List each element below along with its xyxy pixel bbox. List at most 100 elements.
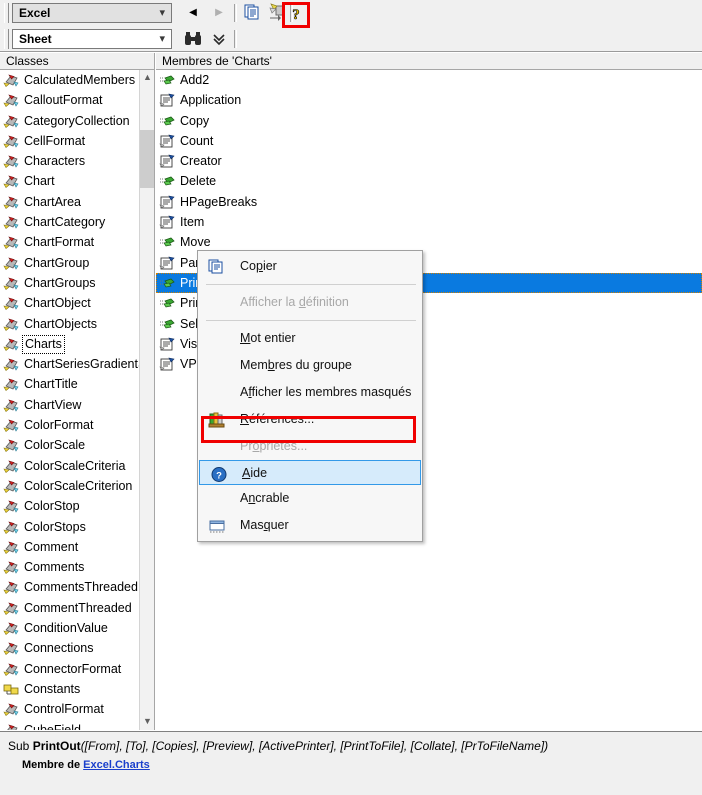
class-icon <box>3 236 19 250</box>
property-icon <box>159 357 175 371</box>
class-list-item[interactable]: Constants <box>0 679 154 699</box>
member-list-item[interactable]: Application <box>156 90 702 110</box>
member-list-item[interactable]: Copy <box>156 111 702 131</box>
class-list-item[interactable]: Characters <box>0 151 154 171</box>
class-list-item[interactable]: ColorScaleCriterion <box>0 476 154 496</box>
context-menu-separator <box>206 284 416 285</box>
help-button[interactable]: ? <box>287 5 305 24</box>
class-list-item[interactable]: ConditionValue <box>0 618 154 638</box>
class-list-item[interactable]: Comments <box>0 557 154 577</box>
context-menu-item[interactable]: Membres du groupe <box>198 352 422 379</box>
project-library-combo[interactable]: Excel ▾ <box>12 3 172 23</box>
class-icon <box>3 358 19 372</box>
context-menu-item[interactable]: Copier <box>198 253 422 280</box>
scroll-down-arrow-icon[interactable]: ▼ <box>140 714 154 730</box>
class-list-item-label: Charts <box>22 334 65 354</box>
member-list-item[interactable]: Creator <box>156 151 702 171</box>
class-list-item[interactable]: ChartGroup <box>0 253 154 273</box>
class-list-item[interactable]: ChartObjects <box>0 314 154 334</box>
class-list-item[interactable]: ColorStops <box>0 517 154 537</box>
signature-name: PrintOut <box>32 739 81 753</box>
svg-text:?: ? <box>216 471 222 482</box>
class-list-item[interactable]: CalculatedMembers <box>0 70 154 90</box>
class-list-item-label: ColorScaleCriterion <box>24 478 133 493</box>
class-icon <box>3 94 19 108</box>
class-list-item[interactable]: CalloutFormat <box>0 90 154 110</box>
left-triangle-icon: ◀ <box>189 7 197 18</box>
member-list-item[interactable]: Count <box>156 131 702 151</box>
class-list-item[interactable]: ChartArea <box>0 192 154 212</box>
class-list-item[interactable]: CommentsThreaded <box>0 577 154 597</box>
member-list-item[interactable]: HPageBreaks <box>156 192 702 212</box>
toolbar-separator-3 <box>234 30 237 48</box>
class-list-item[interactable]: CommentThreaded <box>0 598 154 618</box>
class-list-item[interactable]: ColorScaleCriteria <box>0 456 154 476</box>
class-list-item[interactable]: ChartCategory <box>0 212 154 232</box>
context-menu-item[interactable]: Mot entier <box>198 325 422 352</box>
class-list-item-label: ChartFormat <box>24 235 95 250</box>
double-chevron-down-icon <box>213 34 225 46</box>
class-list-item[interactable]: Chart <box>0 171 154 191</box>
toolbar-gripper-1[interactable] <box>4 3 9 23</box>
class-list-item[interactable]: Comment <box>0 537 154 557</box>
class-list-item[interactable]: ChartObject <box>0 293 154 313</box>
class-icon <box>3 703 19 717</box>
class-list-item[interactable]: CubeField <box>0 720 154 730</box>
class-list-item[interactable]: ColorScale <box>0 435 154 455</box>
search-text-combo[interactable]: Sheet ▾ <box>12 29 172 49</box>
scroll-up-arrow-icon[interactable]: ▲ <box>140 70 154 86</box>
class-list-item[interactable]: ColorFormat <box>0 415 154 435</box>
class-icon <box>3 155 19 169</box>
context-menu-item[interactable]: Afficher les membres masqués <box>198 379 422 406</box>
class-list-item-label: CalloutFormat <box>24 93 103 108</box>
view-definition-button[interactable] <box>266 2 288 24</box>
class-list-item[interactable]: Connections <box>0 638 154 658</box>
class-icon <box>3 378 19 392</box>
context-menu-item[interactable]: Masquer <box>198 512 422 539</box>
class-list-item[interactable]: ControlFormat <box>0 699 154 719</box>
class-list-item-label: ChartObject <box>24 296 91 311</box>
class-list-item[interactable]: CategoryCollection <box>0 111 154 131</box>
context-menu-item-label: Mot entier <box>240 331 296 345</box>
search-button[interactable] <box>182 28 204 50</box>
context-menu-item-label: Ancrable <box>240 491 290 505</box>
class-list-item[interactable]: Charts <box>0 334 154 354</box>
property-icon <box>159 256 175 270</box>
member-list-item-label: HPageBreaks <box>180 194 258 209</box>
class-icon <box>3 135 19 148</box>
class-icon <box>3 399 19 412</box>
help-question-icon: ? <box>292 7 300 24</box>
member-list-item[interactable]: Add2 <box>156 70 702 90</box>
class-list-item[interactable]: ChartFormat <box>0 232 154 252</box>
class-list-item[interactable]: ColorStop <box>0 496 154 516</box>
classes-scrollbar[interactable]: ▲ ▼ <box>139 70 154 730</box>
class-list-item[interactable]: ChartTitle <box>0 374 154 394</box>
class-list-item[interactable]: ChartGroups <box>0 273 154 293</box>
class-list-item[interactable]: CellFormat <box>0 131 154 151</box>
member-list-item[interactable]: Delete <box>156 171 702 191</box>
class-list-item-label: ChartTitle <box>24 377 78 392</box>
class-list-item-label: ColorScale <box>24 438 86 453</box>
toolbar-gripper-2[interactable] <box>4 29 9 49</box>
class-icon <box>3 216 19 230</box>
class-list-item[interactable]: ConnectorFormat <box>0 659 154 679</box>
context-menu-item[interactable]: Références... <box>198 406 422 433</box>
classes-scroll-thumb[interactable] <box>140 130 154 188</box>
context-menu-item[interactable]: Ancrable <box>198 485 422 512</box>
member-list-item[interactable]: Item <box>156 212 702 232</box>
context-menu-item[interactable]: ? Aide <box>199 460 421 485</box>
class-list-item[interactable]: ChartSeriesGradientStop <box>0 354 154 374</box>
class-list-item-label: CalculatedMembers <box>24 73 136 87</box>
classes-list[interactable]: CalculatedMembers CalloutFormat CategoryCo… <box>0 70 155 730</box>
back-button[interactable]: ◀ <box>182 2 204 24</box>
chevron-down-icon: ▾ <box>159 7 165 19</box>
class-list-item-label: Connections <box>24 641 94 656</box>
forward-button[interactable]: ▶ <box>208 2 230 24</box>
class-list-item[interactable]: ChartView <box>0 395 154 415</box>
copy-icon <box>208 259 223 274</box>
member-of-link[interactable]: Excel.Charts <box>83 759 150 771</box>
context-menu[interactable]: Copier Afficher la définition Mot entier Me… <box>197 250 423 542</box>
copy-button[interactable] <box>242 2 264 24</box>
class-icon <box>3 338 19 351</box>
show-search-results-button[interactable] <box>208 28 230 50</box>
